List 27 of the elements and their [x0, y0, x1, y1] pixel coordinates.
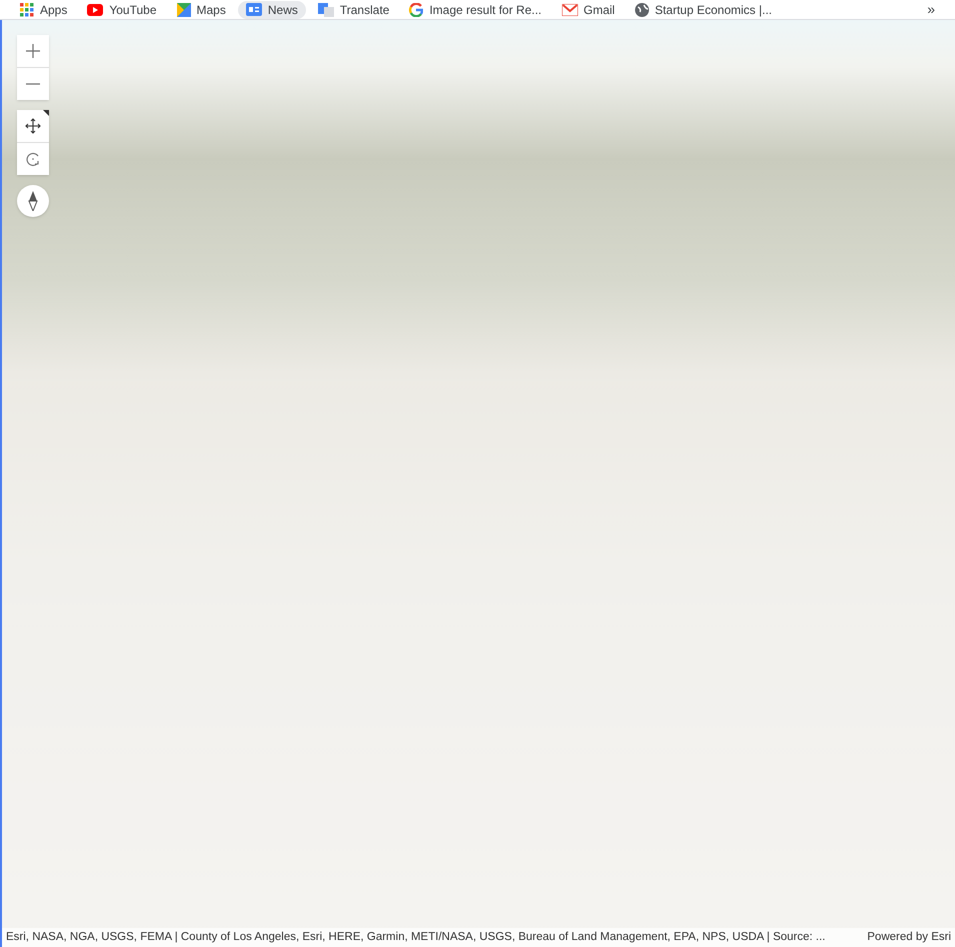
bookmark-link[interactable]: Image result for Re... [401, 0, 550, 18]
translate-icon [318, 2, 334, 16]
zoom-in-button[interactable] [17, 35, 49, 67]
compass-button[interactable] [17, 185, 49, 217]
plus-icon [25, 43, 41, 59]
compass-needle-icon [28, 191, 38, 211]
powered-by-link[interactable]: Powered by Esri [867, 928, 951, 946]
rotate-icon [25, 151, 41, 167]
news-icon [246, 3, 262, 16]
minus-icon [25, 83, 41, 85]
move-arrows-icon [25, 118, 41, 134]
apps-grid-icon [20, 2, 34, 16]
bookmark-link[interactable]: News [238, 0, 306, 18]
bookmark-link[interactable]: Translate [310, 0, 398, 18]
rotate-button[interactable] [17, 143, 49, 175]
bookmark-link[interactable]: Gmail [554, 0, 623, 18]
bookmark-link[interactable]: Maps [168, 0, 234, 18]
pan-button[interactable] [17, 110, 49, 142]
globe-icon [634, 2, 649, 16]
more-bookmarks-button[interactable]: » [919, 0, 943, 20]
four-color-ring-icon [409, 2, 424, 16]
bookmark-link[interactable]: Apps [12, 0, 76, 18]
mail-icon [562, 4, 578, 16]
bookmark-link[interactable]: Startup Economics |... [626, 0, 780, 18]
map-attribution: Esri, NASA, NGA, USGS, FEMA | County of Los Angeles, Esri, HERE, Garmin, METI/NASA, USGS, Bureau of Land Management, EPA, NPS, USDA | Source: ... [6, 930, 826, 945]
play-logo-icon [87, 4, 104, 16]
bookmark-link[interactable]: YouTube [79, 0, 165, 18]
